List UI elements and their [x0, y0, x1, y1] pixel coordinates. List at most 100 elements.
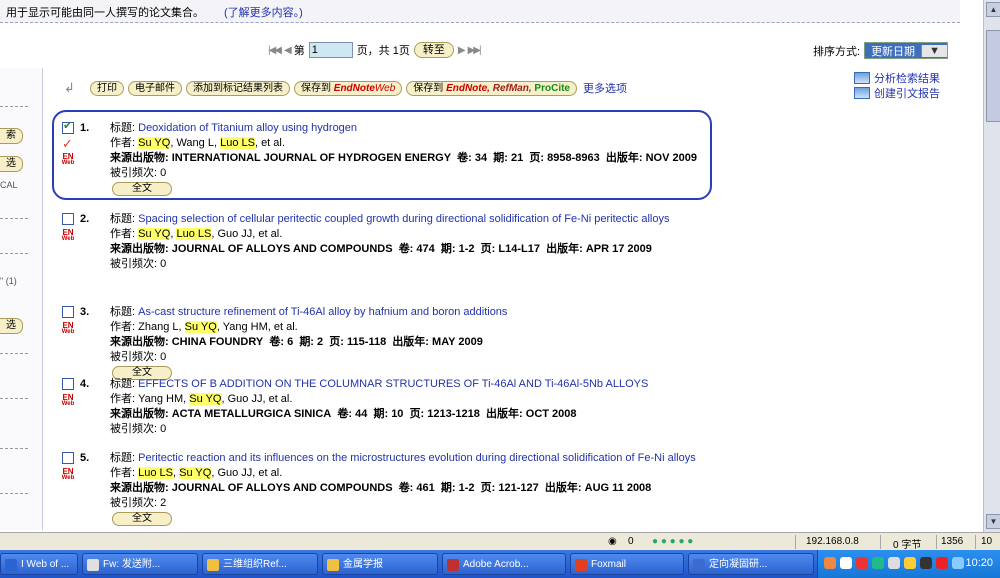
- endnote-web-icon[interactable]: EN Web: [61, 229, 75, 243]
- analyze-results-link[interactable]: 分析检索结果: [854, 70, 940, 85]
- tray-app-icon[interactable]: [936, 557, 948, 569]
- tray-app-icon[interactable]: [888, 557, 900, 569]
- pages: 115-118: [347, 336, 387, 348]
- record-body: 标题: Spacing selection of cellular perite…: [110, 212, 669, 272]
- endnote-web-icon[interactable]: EN Web: [61, 153, 75, 167]
- title-label: 标题:: [110, 452, 136, 464]
- endnote-web-icon[interactable]: EN Web: [61, 322, 75, 336]
- tray-app-icon[interactable]: [872, 557, 884, 569]
- record-title-link[interactable]: EFFECTS OF B ADDITION ON THE COLUMNAR ST…: [138, 378, 648, 390]
- email-button[interactable]: 电子邮件: [128, 80, 182, 96]
- sort-control: 排序方式: 更新日期 ▼: [813, 42, 949, 59]
- divider: [0, 353, 28, 354]
- first-page-icon[interactable]: |◀◀: [268, 45, 282, 56]
- last-page-icon[interactable]: ▶▶|: [468, 45, 482, 56]
- report-icon: [854, 86, 870, 99]
- record-checkbox[interactable]: [62, 378, 74, 390]
- page-number-input[interactable]: [308, 42, 353, 58]
- record-authors-row: 作者: Su YQ, Luo LS, Guo JJ, et al.: [110, 227, 669, 242]
- title-label: 标题:: [110, 122, 136, 134]
- refine-select-button-2[interactable]: 选: [0, 318, 23, 334]
- more-options-link[interactable]: 更多选项: [583, 80, 627, 96]
- taskbar-button[interactable]: Adobe Acrob...: [442, 553, 566, 575]
- volume: 6: [287, 336, 294, 348]
- next-page-icon[interactable]: ▶: [458, 45, 466, 56]
- refine-search-button[interactable]: 索: [0, 128, 23, 144]
- record-cited-row: 被引频次: 0: [110, 166, 697, 181]
- scroll-thumb[interactable]: [986, 30, 1000, 122]
- app-icon: [87, 559, 99, 571]
- record-number: 1.: [80, 122, 90, 134]
- taskbar-button[interactable]: I Web of ...: [0, 553, 78, 575]
- save-label: 保存到: [413, 82, 444, 94]
- taskbar-button-label: I Web of ...: [21, 559, 70, 570]
- pages: 8958-8963: [547, 152, 600, 164]
- divider: [0, 493, 28, 494]
- status-count: 0: [628, 536, 634, 547]
- record-checkbox[interactable]: [62, 213, 74, 225]
- highlighted-author: Luo LS: [176, 228, 212, 240]
- save-to-endnote-web-button[interactable]: 保存到 EndNoteWeb: [294, 80, 403, 96]
- endnote-web-icon[interactable]: EN Web: [61, 394, 75, 408]
- pages-label: 页:: [409, 408, 425, 420]
- record-title-link[interactable]: Spacing selection of cellular peritectic…: [138, 213, 669, 225]
- learn-more-link[interactable]: (了解更多内容。): [224, 4, 303, 20]
- issue: 1-2: [458, 243, 475, 255]
- tray-app-icon[interactable]: [920, 557, 932, 569]
- record-title-row: 标题: EFFECTS OF B ADDITION ON THE COLUMNA…: [110, 377, 648, 392]
- record-title-link[interactable]: As-cast structure refinement of Ti-46Al …: [138, 306, 507, 318]
- source-title: JOURNAL OF ALLOYS AND COMPOUNDS: [171, 482, 393, 494]
- endnote-brand: EndNote: [333, 82, 375, 94]
- endnote-web-icon[interactable]: EN Web: [61, 468, 75, 482]
- clock: 10:20: [965, 557, 993, 569]
- record-checkbox[interactable]: [62, 119, 74, 134]
- prev-page-icon[interactable]: ◀: [284, 45, 292, 56]
- taskbar-button[interactable]: 定向凝固研...: [688, 553, 814, 575]
- times-cited: 0: [160, 423, 167, 435]
- taskbar-button[interactable]: 三维组织Ref...: [202, 553, 318, 575]
- volume-icon[interactable]: [952, 557, 964, 569]
- chevron-down-icon[interactable]: ▼: [921, 44, 948, 57]
- record-source-row: 来源出版物: ACTA METALLURGICA SINICA 卷: 44 期:…: [110, 407, 648, 422]
- issue: 2: [317, 336, 324, 348]
- year-label: 出版年:: [486, 408, 523, 420]
- pages: L14-L17: [498, 243, 540, 255]
- record-number: 5.: [80, 452, 90, 464]
- scroll-up-icon[interactable]: ▲: [986, 2, 1000, 17]
- windows-taskbar: I Web of ... Fw: 发送附... 三维组织Ref... 金属学报 Adob…: [0, 550, 1000, 578]
- tray-app-icon[interactable]: [824, 557, 836, 569]
- record-checkbox[interactable]: [62, 306, 74, 318]
- record-authors: Zhang L, Su YQ, Yang HM, et al.: [138, 321, 298, 333]
- tray-app-icon[interactable]: [840, 557, 852, 569]
- refine-select-button[interactable]: 选: [0, 156, 23, 172]
- scroll-down-icon[interactable]: ▼: [986, 514, 1000, 529]
- record-title-link[interactable]: Peritectic reaction and its influences o…: [138, 452, 696, 464]
- author-text: , Wang L,: [170, 137, 221, 149]
- taskbar-button[interactable]: 金属学报: [322, 553, 438, 575]
- tray-app-icon[interactable]: [856, 557, 868, 569]
- browser-status-bar: ◉ 0 ● ● ● ● ● 192.168.0.8 0 字节 1356 10: [0, 532, 1000, 551]
- record-title-link[interactable]: Deoxidation of Titanium alloy using hydr…: [138, 122, 357, 134]
- taskbar-button[interactable]: Fw: 发送附...: [82, 553, 198, 575]
- print-button[interactable]: 打印: [90, 80, 124, 96]
- record-checkbox[interactable]: [62, 452, 74, 464]
- vertical-scrollbar[interactable]: ▲ ▼: [983, 0, 1000, 532]
- full-text-button[interactable]: 全文: [112, 512, 172, 526]
- go-button[interactable]: 转至: [413, 42, 454, 58]
- taskbar-button[interactable]: Foxmail: [570, 553, 684, 575]
- category-label: CAL: [0, 180, 18, 190]
- highlighted-author: Su YQ: [138, 228, 171, 240]
- save-to-reference-managers-button[interactable]: 保存到 EndNote, RefMan, ProCite: [406, 80, 577, 96]
- issue: 1-2: [458, 482, 475, 494]
- highlighted-author: Su YQ: [189, 393, 222, 405]
- author-text: , Guo JJ, et al.: [211, 467, 283, 479]
- add-to-marked-list-button[interactable]: 添加到标记结果列表: [186, 80, 290, 96]
- record-number: 4.: [80, 378, 90, 390]
- full-text-button[interactable]: 全文: [112, 182, 172, 196]
- facet-count: " (1): [0, 276, 17, 286]
- issue-label: 期:: [440, 243, 456, 255]
- sort-select[interactable]: 更新日期 ▼: [864, 42, 949, 59]
- source-label: 来源出版物:: [110, 243, 169, 255]
- citation-report-link[interactable]: 创建引文报告: [854, 85, 940, 100]
- tray-app-icon[interactable]: [904, 557, 916, 569]
